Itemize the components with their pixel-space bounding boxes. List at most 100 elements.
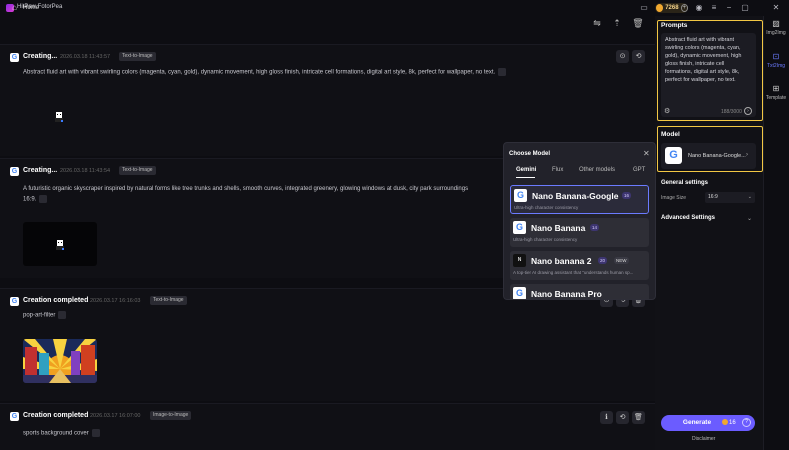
rail-label: Template <box>765 95 787 101</box>
rail-item-template[interactable]: ⊞ Template <box>763 84 789 101</box>
feed-tag: Text-to-Image <box>119 166 156 175</box>
feed-prompt-line2: 16:9. <box>23 195 48 205</box>
regenerate-button[interactable]: ⟲ <box>616 411 629 424</box>
delete-button[interactable]: 🗑 <box>632 411 645 424</box>
chevron-down-icon[interactable]: ⌄ <box>747 215 752 222</box>
disclaimer-link[interactable]: Disclaimer <box>692 436 715 442</box>
loading-mascot-icon <box>55 112 63 122</box>
copy-icon[interactable] <box>58 311 67 319</box>
generate-cost: 16 <box>722 419 736 426</box>
generated-image[interactable] <box>23 339 97 383</box>
enhance-prompt-icon[interactable]: › <box>744 107 752 115</box>
cost-badge: 16 <box>622 192 632 199</box>
nano-banana-icon: N <box>513 254 526 267</box>
tab-gemini[interactable]: Gemini <box>516 167 536 173</box>
help-icon[interactable]: ? <box>742 418 751 427</box>
google-icon: G <box>513 287 526 299</box>
compare-icon[interactable]: ⇋ <box>591 17 603 29</box>
credits-badge[interactable]: 7268 + <box>655 3 688 13</box>
feed-tag: Text-to-Image <box>119 52 156 61</box>
feed-title: Creating... <box>23 167 58 174</box>
generate-label: Generate <box>682 419 712 426</box>
dialog-title: Choose Model <box>509 151 551 157</box>
feed-item: G Creation completed 2026.03.17 16:07:00… <box>0 403 655 450</box>
image-icon: ▨ <box>772 19 780 28</box>
upload-icon[interactable]: ⇡ <box>611 17 623 29</box>
model-option-name: Nano banana 2 <box>531 256 592 266</box>
feed-item: G Creating... 2026.03.18 11:43:57 Text-t… <box>0 44 655 156</box>
advanced-settings-toggle[interactable]: Advanced Settings <box>661 215 715 221</box>
feed-title: Creating... <box>23 53 58 60</box>
model-option-name: Nano Banana Pro <box>531 289 602 299</box>
feed-timestamp: 2026.03.17 16:07:00 <box>90 413 141 419</box>
prompt-char-count: 188/3000 <box>721 109 742 115</box>
model-list[interactable]: G Nano Banana-Google 16 Ultra-high chara… <box>504 179 655 299</box>
close-icon[interactable]: ✕ <box>771 3 781 13</box>
close-icon[interactable]: ✕ <box>643 149 650 158</box>
gear-icon[interactable]: ⚙ <box>664 107 670 115</box>
model-option[interactable]: G Nano Banana 14 Ultra-high character co… <box>510 218 649 247</box>
regenerate-button[interactable]: ⟲ <box>632 50 645 63</box>
info-button[interactable]: ℹ <box>600 411 613 424</box>
tab-flux[interactable]: Flux <box>552 167 563 173</box>
model-option[interactable]: G Nano Banana Pro <box>510 284 649 299</box>
model-option[interactable]: N Nano banana 2 20 NEW A top-tier AI dra… <box>510 251 649 280</box>
copy-icon[interactable] <box>91 429 100 437</box>
maximize-icon[interactable]: ▢ <box>740 3 750 13</box>
google-icon: G <box>10 297 19 306</box>
message-icon[interactable]: ▭ <box>639 3 649 13</box>
google-logo-icon: G <box>665 147 682 164</box>
google-icon: G <box>10 412 19 421</box>
add-credits-icon[interactable]: + <box>680 4 688 12</box>
feed-prompt-text: Abstract fluid art with vibrant swirling… <box>23 69 496 76</box>
cost-badge: 14 <box>590 224 600 231</box>
loading-mascot-icon <box>56 240 64 250</box>
feed-prompt: sports background cover <box>23 429 100 439</box>
image-size-value: 16:9 <box>708 194 718 200</box>
feed-tag: Image-to-Image <box>150 411 192 420</box>
model-option-desc: Ultra-high character consistency <box>514 205 579 210</box>
text-image-icon: ⊡ <box>772 52 780 61</box>
tab-other-models[interactable]: Other models <box>579 167 615 173</box>
rail-label: Txt2Img <box>766 63 786 69</box>
rail-item-txt2img[interactable]: ⊡ Txt2Img <box>763 52 789 69</box>
model-option[interactable]: G Nano Banana-Google 16 Ultra-high chara… <box>510 185 649 214</box>
google-icon: G <box>514 189 527 202</box>
model-option-name: Nano Banana <box>531 223 586 233</box>
user-icon[interactable]: ◉ <box>694 3 704 13</box>
chevron-right-icon: › <box>746 152 748 158</box>
home-link[interactable]: Home <box>23 5 39 11</box>
prompt-textarea[interactable]: Abstract fluid art with vibrant swirling… <box>661 33 756 117</box>
model-title: Model <box>661 131 680 138</box>
copy-icon[interactable] <box>39 195 48 203</box>
model-option-desc: Ultra-high character consistency <box>513 237 578 242</box>
chevron-down-icon: ⌄ <box>747 194 752 200</box>
feed-prompt-text: 16:9. <box>23 196 37 203</box>
grid-icon: ⊞ <box>772 84 780 93</box>
feed-prompt-text: pop-art-filter <box>23 312 56 319</box>
trash-icon[interactable]: 🗑 <box>632 17 644 29</box>
google-icon: G <box>10 167 19 176</box>
menu-icon[interactable]: ≡ <box>709 3 719 13</box>
feed-title: Creation completed <box>23 412 89 419</box>
google-icon: G <box>513 221 526 234</box>
general-settings-title: General settings <box>661 180 709 186</box>
nav-bar <box>0 16 655 32</box>
feed-prompt-text: sports background cover <box>23 430 89 437</box>
image-size-select[interactable]: 16:9 ⌄ <box>705 192 755 203</box>
home-icon[interactable]: ⌂ <box>12 3 17 12</box>
feed-tag: Text-to-Image <box>150 296 187 305</box>
info-button[interactable]: ⊙ <box>616 50 629 63</box>
feed-timestamp: 2026.03.17 16:16:03 <box>90 298 141 304</box>
model-name: Nano Banana-Google... <box>688 153 746 159</box>
minimize-icon[interactable]: − <box>724 3 734 13</box>
generate-button[interactable]: Generate <box>661 415 755 431</box>
tab-gpt[interactable]: GPT <box>633 167 645 173</box>
cost-badge: 20 <box>598 257 608 264</box>
copy-icon[interactable] <box>498 68 507 76</box>
feed-prompt: A futuristic organic skyscraper inspired… <box>23 186 469 192</box>
rail-item-img2img[interactable]: ▨ Img2Img <box>763 19 789 36</box>
prompts-title: Prompts <box>661 22 688 29</box>
feed-prompt: pop-art-filter <box>23 311 67 321</box>
feed-timestamp: 2026.03.18 11:43:54 <box>60 168 111 174</box>
